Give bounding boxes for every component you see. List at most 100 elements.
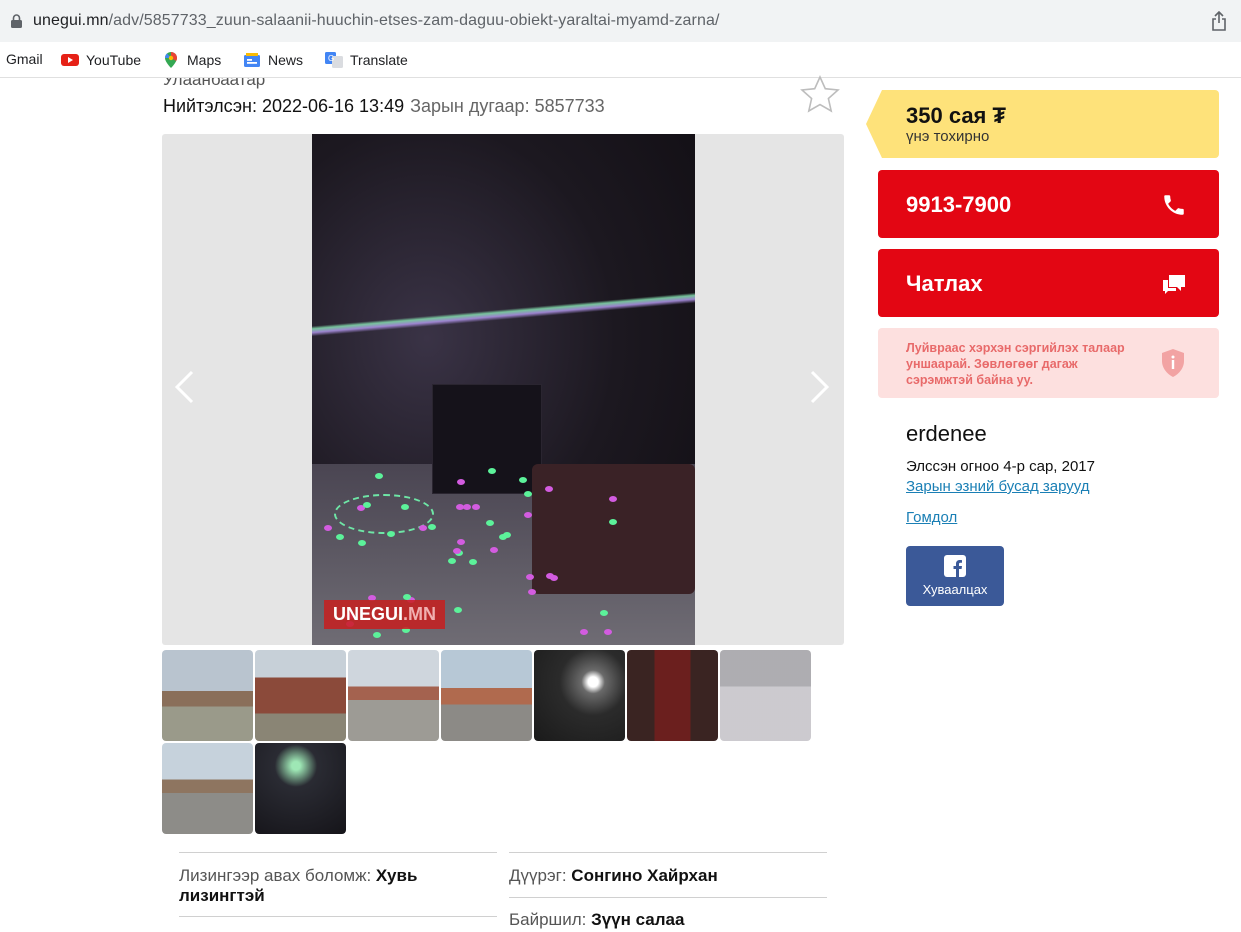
watermark: UNEGUI.MN [324, 600, 446, 629]
disco-dot [363, 502, 371, 508]
details-divider [509, 897, 827, 898]
chat-label: Чатлах [906, 271, 983, 296]
share-label: Хуваалцах [922, 582, 988, 597]
details-divider [509, 852, 827, 853]
thumbnail[interactable] [162, 743, 253, 834]
bookmark-label: YouTube [86, 52, 142, 68]
chevron-left-icon[interactable] [172, 370, 198, 404]
disco-dot [373, 632, 381, 638]
disco-dot [490, 547, 498, 553]
facebook-icon [944, 555, 966, 577]
url-field[interactable]: unegui.mn/adv/5857733_zuun-salaanii-huuc… [0, 6, 1241, 36]
bookmarks-bar: Gmail YouTube Maps News G Translate [0, 42, 1241, 78]
scam-warning[interactable]: Луйвраас хэрхэн сэргийлэх талаар уншаара… [878, 328, 1219, 398]
main-photo[interactable]: UNEGUI.MN [312, 134, 695, 645]
disco-dot [524, 512, 532, 518]
disco-dot [546, 573, 554, 579]
thumbnail[interactable] [348, 650, 439, 741]
news-icon [244, 53, 260, 67]
disco-dot [580, 629, 588, 635]
disco-dot [336, 534, 344, 540]
disco-dot [609, 496, 617, 502]
thumbnail[interactable] [255, 743, 346, 834]
disco-dot [519, 477, 527, 483]
seller-joined: Элссэн огноо 4-р сар, 2017 [906, 458, 1095, 475]
thumbnail[interactable] [255, 650, 346, 741]
price-amount: 350 сая ₮ [906, 103, 1006, 128]
disco-dot [324, 525, 332, 531]
bookmark-label: News [268, 52, 304, 68]
thumbnail[interactable] [720, 650, 811, 741]
price-negotiable: үнэ тохирно [906, 128, 990, 145]
thumbnail[interactable] [162, 650, 253, 741]
favorite-star-icon[interactable] [799, 74, 841, 116]
disco-dot [604, 629, 612, 635]
maps-icon [164, 52, 177, 68]
bookmark-maps[interactable]: Maps [162, 51, 221, 69]
image-gallery: UNEGUI.MN [162, 134, 844, 645]
disco-dot [524, 491, 532, 497]
detail-district: Дүүрэг: Сонгино Хайрхан [509, 866, 718, 886]
disco-dot [609, 519, 617, 525]
phone-icon [1164, 195, 1184, 215]
bookmark-translate[interactable]: G Translate [325, 51, 408, 69]
disco-dot [526, 574, 534, 580]
disco-dot [358, 540, 366, 546]
disco-dot [428, 524, 436, 530]
disco-dot [448, 558, 456, 564]
disco-dot [375, 473, 383, 479]
photo-sofa [532, 464, 695, 594]
warning-text: Луйвраас хэрхэн сэргийлэх талаар уншаара… [906, 341, 1125, 387]
detail-label: Лизингээр авах боломж: [179, 866, 376, 885]
url-path: /adv/5857733_zuun-salaanii-huuchin-etses… [108, 12, 720, 29]
price-tag: 350 сая ₮ үнэ тохирно [866, 90, 1219, 158]
phone-button[interactable]: 9913-7900 [878, 170, 1219, 238]
watermark-text: UNEGUI [333, 604, 404, 624]
seller-name: erdenee [906, 421, 987, 446]
disco-dot [457, 479, 465, 485]
photo-ceiling-lights [312, 284, 695, 344]
watermark-suffix: .MN [403, 604, 437, 624]
complain-link[interactable]: Гомдол [906, 509, 957, 526]
translate-icon: G [325, 52, 343, 68]
thumbnail[interactable] [441, 650, 532, 741]
youtube-icon [61, 54, 79, 66]
bookmark-label: Translate [350, 52, 408, 68]
disco-dot [419, 525, 427, 531]
phone-number: 9913-7900 [906, 192, 1012, 217]
disco-dot [528, 589, 536, 595]
disco-dot [401, 504, 409, 510]
thumbnail[interactable] [627, 650, 718, 741]
facebook-share-button[interactable]: Хуваалцах [906, 546, 1004, 606]
chevron-right-icon[interactable] [806, 370, 832, 404]
bookmark-youtube[interactable]: YouTube [61, 51, 141, 69]
chat-icon [1163, 275, 1185, 294]
detail-label: Дүүрэг: [509, 866, 572, 885]
detail-value: Сонгино Хайрхан [571, 866, 718, 885]
detail-label: Байршил: [509, 910, 592, 929]
listing-meta: Нийтэлсэн: 2022-06-16 13:49 Зарын дугаар:… [163, 96, 605, 117]
disco-dot [545, 486, 553, 492]
disco-dot [486, 520, 494, 526]
disco-dot [472, 504, 480, 510]
bookmark-gmail[interactable]: Gmail [6, 51, 43, 67]
thumbnail[interactable] [534, 650, 625, 741]
disco-dot [454, 607, 462, 613]
share-icon[interactable] [1210, 11, 1228, 31]
detail-value: Зүүн салаа [591, 910, 685, 929]
disco-dot [488, 468, 496, 474]
bookmark-news[interactable]: News [243, 51, 303, 69]
svg-text:G: G [328, 54, 334, 63]
detail-leasing: Лизингээр авах боломж: Хувь лизингтэй [179, 866, 479, 906]
detail-location: Байршил: Зүүн салаа [509, 910, 684, 930]
published-date: Нийтэлсэн: 2022-06-16 13:49 [163, 96, 405, 116]
disco-dot [457, 539, 465, 545]
address-bar: unegui.mn/adv/5857733_zuun-salaanii-huuc… [0, 0, 1241, 42]
disco-dot [503, 532, 511, 538]
disco-dot [463, 504, 471, 510]
lock-icon [11, 14, 22, 28]
bookmark-label: Maps [187, 52, 222, 68]
seller-other-ads-link[interactable]: Зарын эзний бусад зарууд [906, 478, 1090, 495]
details-divider [179, 916, 497, 917]
chat-button[interactable]: Чатлах [878, 249, 1219, 317]
